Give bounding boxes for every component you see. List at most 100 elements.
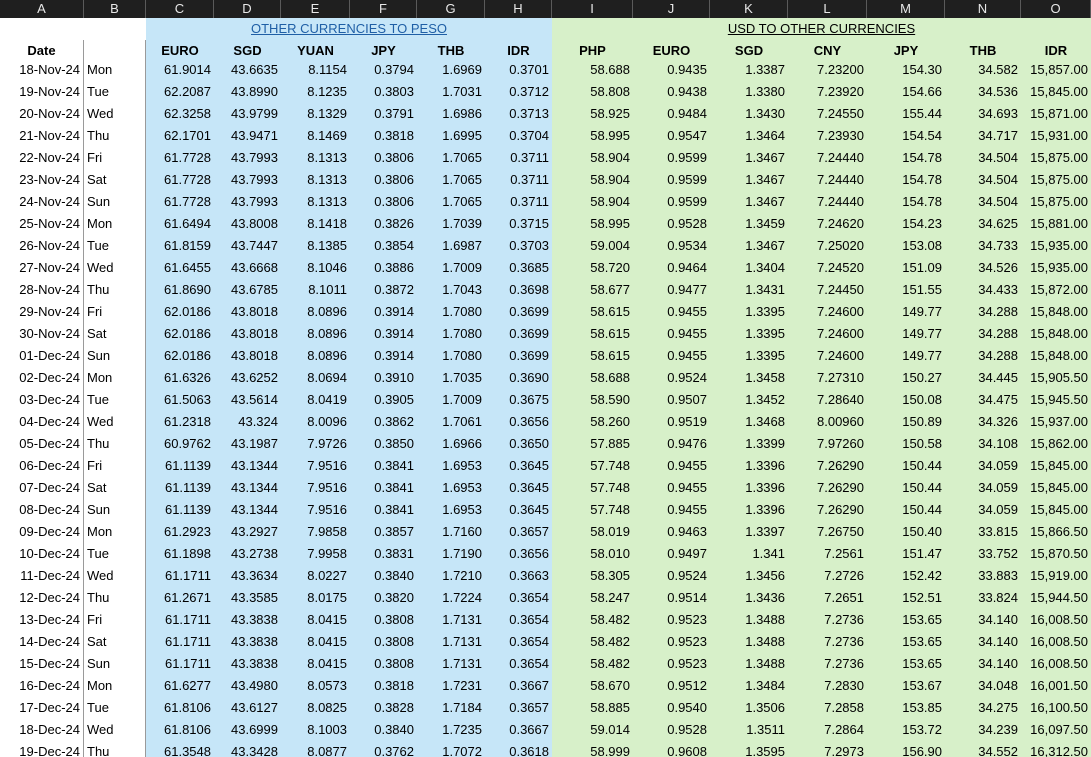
rate-cell[interactable]: 61.6455 bbox=[146, 257, 214, 279]
rate-cell[interactable]: 58.010 bbox=[552, 543, 633, 565]
rate-cell[interactable]: 1.7080 bbox=[417, 345, 485, 367]
rate-cell[interactable]: 15,845.00 bbox=[1021, 499, 1091, 521]
rate-cell[interactable]: 149.77 bbox=[867, 345, 945, 367]
rate-cell[interactable]: 61.3548 bbox=[146, 741, 214, 757]
rate-cell[interactable]: 0.3711 bbox=[485, 169, 552, 191]
rate-cell[interactable]: 34.625 bbox=[945, 213, 1021, 235]
rate-cell[interactable]: 0.9507 bbox=[633, 389, 710, 411]
rate-cell[interactable]: 15,937.00 bbox=[1021, 411, 1091, 433]
date-cell[interactable]: 14-Dec-24 bbox=[0, 631, 84, 653]
date-cell[interactable]: 18-Dec-24 bbox=[0, 719, 84, 741]
rate-cell[interactable]: 8.0415 bbox=[281, 653, 350, 675]
rate-cell[interactable]: 61.6494 bbox=[146, 213, 214, 235]
rate-cell[interactable]: 8.1469 bbox=[281, 125, 350, 147]
date-cell[interactable]: 22-Nov-24 bbox=[0, 147, 84, 169]
rate-cell[interactable]: 34.717 bbox=[945, 125, 1021, 147]
rate-cell[interactable]: 8.0096 bbox=[281, 411, 350, 433]
rate-cell[interactable]: 43.8018 bbox=[214, 301, 281, 323]
rate-cell[interactable]: 43.3838 bbox=[214, 609, 281, 631]
rate-cell[interactable]: 58.247 bbox=[552, 587, 633, 609]
rate-cell[interactable]: 154.54 bbox=[867, 125, 945, 147]
rate-cell[interactable]: 0.3886 bbox=[350, 257, 417, 279]
date-cell[interactable]: 29-Nov-24 bbox=[0, 301, 84, 323]
rate-cell[interactable]: 58.904 bbox=[552, 169, 633, 191]
rate-cell[interactable]: 61.1898 bbox=[146, 543, 214, 565]
rate-cell[interactable]: 58.590 bbox=[552, 389, 633, 411]
rate-cell[interactable]: 153.08 bbox=[867, 235, 945, 257]
rate-cell[interactable]: 61.1139 bbox=[146, 499, 214, 521]
rate-cell[interactable]: 156.90 bbox=[867, 741, 945, 757]
rate-cell[interactable]: 1.6986 bbox=[417, 103, 485, 125]
rate-cell[interactable]: 8.1046 bbox=[281, 257, 350, 279]
rate-cell[interactable]: 0.3704 bbox=[485, 125, 552, 147]
rate-cell[interactable]: 0.9455 bbox=[633, 477, 710, 499]
rate-cell[interactable]: 7.2973 bbox=[788, 741, 867, 757]
date-cell[interactable]: 24-Nov-24 bbox=[0, 191, 84, 213]
rate-cell[interactable]: 0.9608 bbox=[633, 741, 710, 757]
rate-cell[interactable]: 43.8018 bbox=[214, 323, 281, 345]
rate-cell[interactable]: 43.3585 bbox=[214, 587, 281, 609]
weekday-cell[interactable]: Mon bbox=[84, 521, 146, 543]
rate-cell[interactable]: 1.7131 bbox=[417, 631, 485, 653]
weekday-cell[interactable]: Thu bbox=[84, 279, 146, 301]
usd-section-cell[interactable]: USD TO OTHER CURRENCIES bbox=[552, 18, 1091, 40]
rate-cell[interactable]: 0.3818 bbox=[350, 675, 417, 697]
rate-cell[interactable]: 61.9014 bbox=[146, 59, 214, 81]
rate-cell[interactable]: 7.24520 bbox=[788, 257, 867, 279]
rate-cell[interactable]: 0.3857 bbox=[350, 521, 417, 543]
column-letter-i[interactable]: I bbox=[552, 0, 633, 18]
rate-cell[interactable]: 0.9464 bbox=[633, 257, 710, 279]
rate-cell[interactable]: 0.3711 bbox=[485, 147, 552, 169]
rate-cell[interactable]: 33.824 bbox=[945, 587, 1021, 609]
rate-cell[interactable]: 43.7447 bbox=[214, 235, 281, 257]
weekday-cell[interactable]: Mon bbox=[84, 367, 146, 389]
rate-cell[interactable]: 1.7080 bbox=[417, 301, 485, 323]
weekday-cell[interactable]: Sat bbox=[84, 631, 146, 653]
weekday-cell[interactable]: Sun bbox=[84, 499, 146, 521]
rate-cell[interactable]: 1.7065 bbox=[417, 191, 485, 213]
rate-cell[interactable]: 7.2561 bbox=[788, 543, 867, 565]
weekday-cell[interactable]: Sun bbox=[84, 653, 146, 675]
rate-cell[interactable]: 154.23 bbox=[867, 213, 945, 235]
rate-cell[interactable]: 34.536 bbox=[945, 81, 1021, 103]
rate-cell[interactable]: 1.7065 bbox=[417, 169, 485, 191]
rate-cell[interactable]: 60.9762 bbox=[146, 433, 214, 455]
rate-cell[interactable]: 7.28640 bbox=[788, 389, 867, 411]
column-letter-j[interactable]: J bbox=[633, 0, 710, 18]
rate-cell[interactable]: 0.3715 bbox=[485, 213, 552, 235]
rate-cell[interactable]: 43.3428 bbox=[214, 741, 281, 757]
rate-cell[interactable]: 1.3467 bbox=[710, 191, 788, 213]
rate-cell[interactable]: 7.9726 bbox=[281, 433, 350, 455]
rate-cell[interactable]: 7.24440 bbox=[788, 147, 867, 169]
rate-cell[interactable]: 43.2738 bbox=[214, 543, 281, 565]
rate-cell[interactable]: 43.1987 bbox=[214, 433, 281, 455]
rate-cell[interactable]: 7.2864 bbox=[788, 719, 867, 741]
rate-cell[interactable]: 7.24440 bbox=[788, 169, 867, 191]
weekday-cell[interactable]: Thu bbox=[84, 433, 146, 455]
rate-cell[interactable]: 61.2671 bbox=[146, 587, 214, 609]
rate-cell[interactable]: 34.239 bbox=[945, 719, 1021, 741]
rate-cell[interactable]: 1.3396 bbox=[710, 499, 788, 521]
rate-cell[interactable]: 153.65 bbox=[867, 631, 945, 653]
rate-cell[interactable]: 0.9547 bbox=[633, 125, 710, 147]
date-cell[interactable]: 30-Nov-24 bbox=[0, 323, 84, 345]
rate-cell[interactable]: 58.677 bbox=[552, 279, 633, 301]
date-cell[interactable]: 17-Dec-24 bbox=[0, 697, 84, 719]
rate-cell[interactable]: 1.7043 bbox=[417, 279, 485, 301]
date-cell[interactable]: 12-Dec-24 bbox=[0, 587, 84, 609]
rate-cell[interactable]: 15,944.50 bbox=[1021, 587, 1091, 609]
rate-cell[interactable]: 58.995 bbox=[552, 213, 633, 235]
rate-cell[interactable]: 0.3820 bbox=[350, 587, 417, 609]
rate-cell[interactable]: 58.995 bbox=[552, 125, 633, 147]
rate-cell[interactable]: 15,935.00 bbox=[1021, 235, 1091, 257]
rate-cell[interactable]: 58.260 bbox=[552, 411, 633, 433]
rate-cell[interactable]: 7.2858 bbox=[788, 697, 867, 719]
rate-cell[interactable]: 0.3840 bbox=[350, 565, 417, 587]
rate-cell[interactable]: 7.24600 bbox=[788, 323, 867, 345]
rate-cell[interactable]: 0.3840 bbox=[350, 719, 417, 741]
rate-cell[interactable]: 7.2736 bbox=[788, 609, 867, 631]
rate-cell[interactable]: 7.26750 bbox=[788, 521, 867, 543]
rate-cell[interactable]: 0.3872 bbox=[350, 279, 417, 301]
rate-cell[interactable]: 58.670 bbox=[552, 675, 633, 697]
rate-cell[interactable]: 0.3654 bbox=[485, 587, 552, 609]
